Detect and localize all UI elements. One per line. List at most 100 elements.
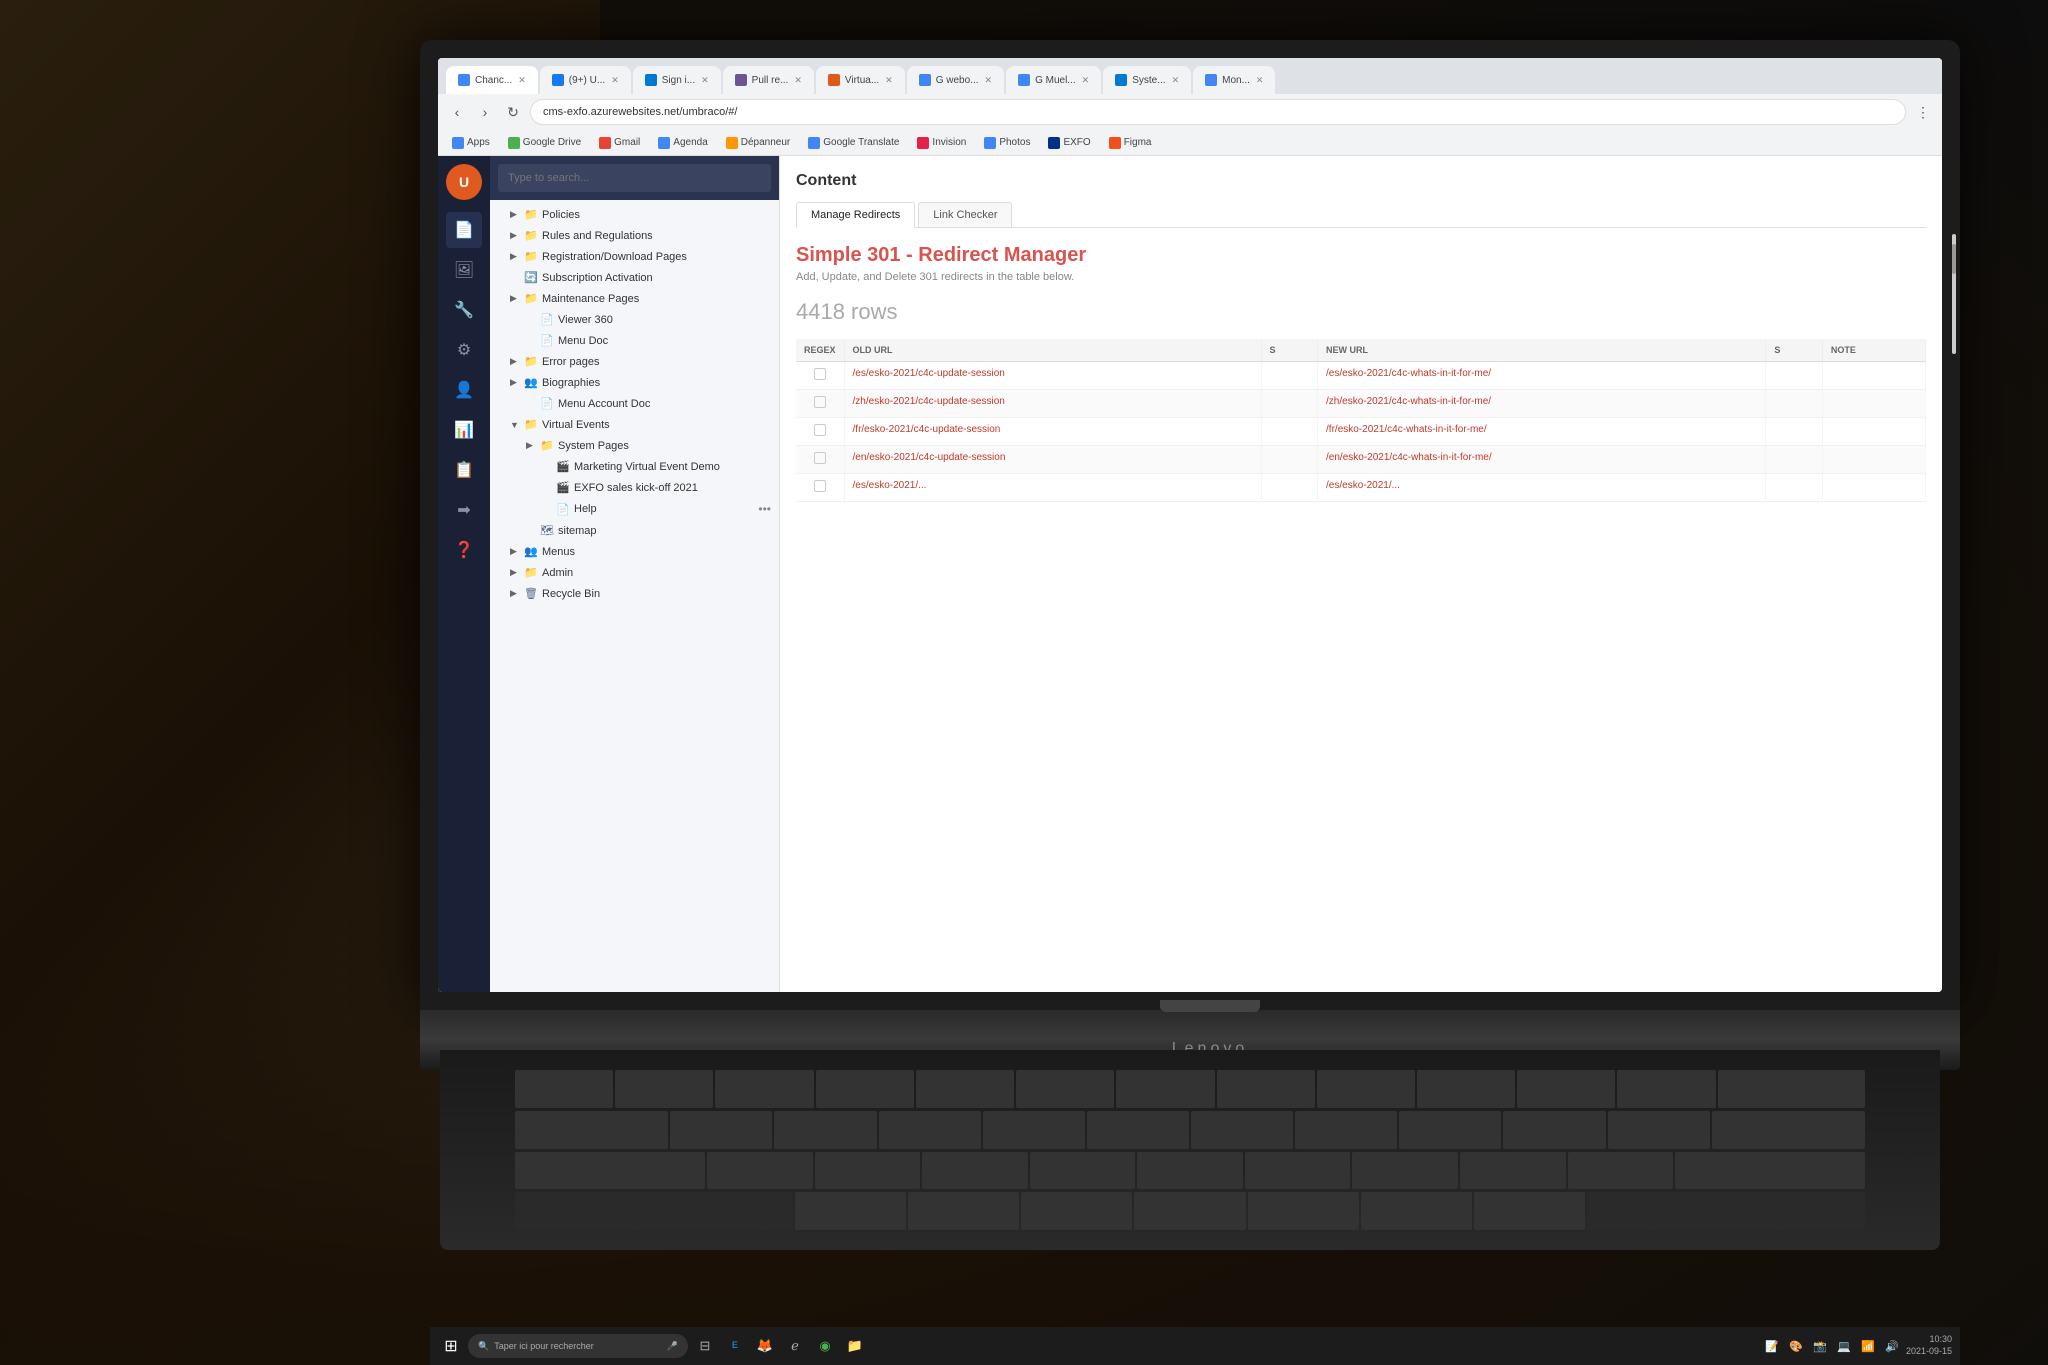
tray-icon-1[interactable]: 📝 [1762, 1336, 1782, 1356]
tray-icon-4[interactable]: 💻 [1834, 1336, 1854, 1356]
bookmark-gmail[interactable]: Gmail [593, 135, 646, 151]
tree-item-exfo-sales[interactable]: 🎬 EXFO sales kick-off 2021 [490, 477, 779, 498]
cms-nav-media-icon[interactable]: 🖼 [446, 252, 482, 288]
bookmark-apps[interactable]: Apps [446, 135, 496, 151]
key-lshift[interactable] [515, 1192, 793, 1230]
bookmark-photos[interactable]: Photos [978, 135, 1036, 151]
tree-item-virtualevents[interactable]: ▼ 📁 Virtual Events [490, 414, 779, 435]
tree-item-rules[interactable]: ▶ 📁 Rules and Regulations [490, 225, 779, 246]
key[interactable] [715, 1070, 813, 1108]
key[interactable] [1617, 1070, 1715, 1108]
key-t[interactable] [1087, 1111, 1189, 1149]
browser-tab-6[interactable]: G webo... ✕ [907, 66, 1004, 94]
start-button[interactable]: ⊞ [438, 1333, 464, 1359]
browser-tab-7[interactable]: G Muel... ✕ [1006, 66, 1101, 94]
cms-nav-help-icon[interactable]: ❓ [446, 532, 482, 568]
key-z[interactable] [795, 1192, 906, 1230]
key[interactable] [1016, 1070, 1114, 1108]
tree-item-viewer360[interactable]: 📄 Viewer 360 [490, 309, 779, 330]
key[interactable] [515, 1070, 613, 1108]
tree-item-policies[interactable]: ▶ 📁 Policies [490, 204, 779, 225]
tray-volume[interactable]: 🔊 [1882, 1336, 1902, 1356]
tree-item-menus[interactable]: ▶ 👥 Menus [490, 541, 779, 562]
checkbox-3[interactable] [814, 424, 826, 436]
key[interactable] [615, 1070, 713, 1108]
tree-item-menudoc[interactable]: 📄 Menu Doc [490, 330, 779, 351]
key-s[interactable] [815, 1152, 921, 1190]
key-o[interactable] [1503, 1111, 1605, 1149]
browser-tab-active[interactable]: Chanc... ✕ [446, 66, 538, 94]
key-e[interactable] [879, 1111, 981, 1149]
checkbox-2[interactable] [814, 396, 826, 408]
tree-item-menuaccountdoc[interactable]: 📄 Menu Account Doc [490, 393, 779, 414]
key[interactable] [1317, 1070, 1415, 1108]
tree-item-sitemap[interactable]: 🗺 sitemap [490, 520, 779, 541]
cms-nav-users-icon[interactable]: 👤 [446, 372, 482, 408]
checkbox-4[interactable] [814, 452, 826, 464]
tray-icon-3[interactable]: 📸 [1810, 1336, 1830, 1356]
browser-tab-5[interactable]: Virtua... ✕ [816, 66, 905, 94]
browser-tab-4[interactable]: Pull re... ✕ [723, 66, 814, 94]
tree-content[interactable]: ▶ 📁 Policies ▶ 📁 Rules and Regulations [490, 200, 779, 992]
folder-taskbar-icon[interactable]: 📁 [842, 1333, 868, 1359]
key-w[interactable] [774, 1111, 876, 1149]
key[interactable] [1517, 1070, 1615, 1108]
cms-logo[interactable]: U [446, 164, 482, 200]
key-q[interactable] [670, 1111, 772, 1149]
browser-tab-8[interactable]: Syste... ✕ [1103, 66, 1191, 94]
extensions-button[interactable]: ⋮ [1912, 101, 1934, 123]
key-h[interactable] [1245, 1152, 1351, 1190]
key-y[interactable] [1191, 1111, 1293, 1149]
bookmark-translate[interactable]: Google Translate [802, 135, 905, 151]
key-p[interactable] [1608, 1111, 1710, 1149]
tree-item-biographies[interactable]: ▶ 👥 Biographies [490, 372, 779, 393]
key-f[interactable] [1030, 1152, 1136, 1190]
key-backspace[interactable] [1718, 1070, 1865, 1108]
bookmark-depanneur[interactable]: Dépanneur [720, 135, 796, 151]
key-a[interactable] [707, 1152, 813, 1190]
key-m[interactable] [1474, 1192, 1585, 1230]
key-enter[interactable] [1712, 1111, 1865, 1149]
tree-item-maintenance[interactable]: ▶ 📁 Maintenance Pages [490, 288, 779, 309]
tray-network[interactable]: 📶 [1858, 1336, 1878, 1356]
back-button[interactable]: ‹ [446, 101, 468, 123]
ie-icon[interactable]: ℯ [782, 1333, 808, 1359]
browser-tab-9[interactable]: Mon... ✕ [1193, 66, 1275, 94]
browser-tab-3[interactable]: Sign i... ✕ [633, 66, 721, 94]
key-j[interactable] [1352, 1152, 1458, 1190]
key-k[interactable] [1460, 1152, 1566, 1190]
tree-item-systempages[interactable]: ▶ 📁 System Pages [490, 435, 779, 456]
key-c[interactable] [1021, 1192, 1132, 1230]
key-r[interactable] [983, 1111, 1085, 1149]
key-b[interactable] [1248, 1192, 1359, 1230]
key-n[interactable] [1361, 1192, 1472, 1230]
key-v[interactable] [1134, 1192, 1245, 1230]
tab-manage-redirects[interactable]: Manage Redirects [796, 202, 915, 228]
reload-button[interactable]: ↻ [502, 101, 524, 123]
checkbox-1[interactable] [814, 368, 826, 380]
cms-nav-deploy-icon[interactable]: ➡ [446, 492, 482, 528]
cms-nav-config-icon[interactable]: ⚙ [446, 332, 482, 368]
firefox-icon[interactable]: 🦊 [752, 1333, 778, 1359]
key-caps[interactable] [515, 1152, 705, 1190]
tree-item-subscription[interactable]: 🔄 Subscription Activation [490, 267, 779, 288]
key-u[interactable] [1295, 1111, 1397, 1149]
forward-button[interactable]: › [474, 101, 496, 123]
task-view-button[interactable]: ⊟ [692, 1333, 718, 1359]
key-enter2[interactable] [1675, 1152, 1865, 1190]
tab-link-checker[interactable]: Link Checker [918, 202, 1012, 227]
address-bar[interactable]: cms-exfo.azurewebsites.net/umbraco/#/ [530, 99, 1906, 125]
checkbox-5[interactable] [814, 480, 826, 492]
key-d[interactable] [922, 1152, 1028, 1190]
edge-icon[interactable]: ᴱ [722, 1333, 748, 1359]
cms-nav-forms-icon[interactable]: 📊 [446, 412, 482, 448]
bookmark-agenda[interactable]: Agenda [652, 135, 713, 151]
key[interactable] [1217, 1070, 1315, 1108]
key-i[interactable] [1399, 1111, 1501, 1149]
cms-nav-packages-icon[interactable]: 📋 [446, 452, 482, 488]
tree-item-marketing-event[interactable]: 🎬 Marketing Virtual Event Demo [490, 456, 779, 477]
tree-item-registration[interactable]: ▶ 📁 Registration/Download Pages [490, 246, 779, 267]
key[interactable] [1417, 1070, 1515, 1108]
search-input[interactable] [498, 164, 771, 192]
tree-item-errorpages[interactable]: ▶ 📁 Error pages [490, 351, 779, 372]
